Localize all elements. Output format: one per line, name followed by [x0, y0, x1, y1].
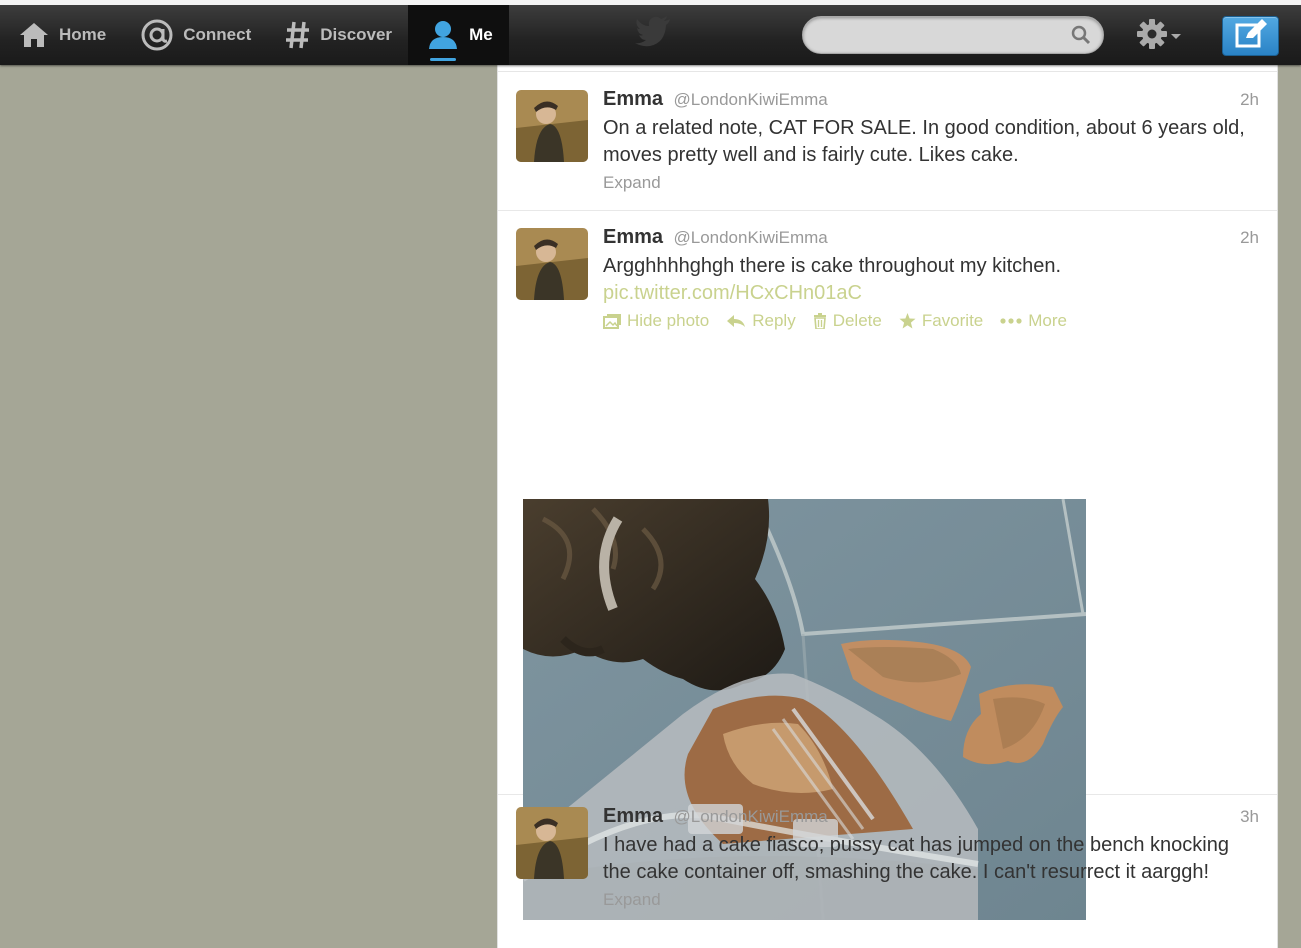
trash-icon	[813, 313, 826, 329]
reply-button[interactable]: Reply	[726, 311, 796, 331]
avatar[interactable]	[516, 807, 588, 879]
author-handle[interactable]: @LondonKiwiEmma	[673, 807, 827, 826]
hash-icon	[285, 20, 311, 50]
photo-link[interactable]: pic.twitter.com/HCxCHn01aC	[603, 280, 1259, 307]
expand-link[interactable]: Expand	[603, 890, 1259, 910]
user-icon	[426, 19, 460, 51]
more-button[interactable]: More	[1000, 311, 1067, 331]
nav-connect-label: Connect	[183, 25, 252, 44]
tweet-timestamp[interactable]: 3h	[1240, 807, 1259, 827]
settings-menu-button[interactable]	[1136, 18, 1184, 55]
tweet-timestamp[interactable]: 2h	[1240, 228, 1259, 248]
tweet[interactable]: Emma @LondonKiwiEmma 2h On a related not…	[498, 72, 1277, 211]
tweet-text: On a related note, CAT FOR SALE. In good…	[603, 117, 1245, 166]
compose-icon	[1234, 18, 1268, 54]
nav-connect[interactable]: Connect	[122, 5, 267, 65]
author-handle[interactable]: @LondonKiwiEmma	[673, 90, 827, 109]
home-icon	[18, 21, 50, 49]
nav-home-label: Home	[59, 25, 107, 44]
nav-me-label: Me	[469, 25, 493, 44]
delete-button[interactable]: Delete	[813, 311, 882, 331]
tweet-text: I have had a cake fiasco; pussy cat has …	[603, 834, 1229, 883]
author-handle[interactable]: @LondonKiwiEmma	[673, 228, 827, 247]
star-icon	[899, 313, 916, 329]
expand-link[interactable]: Expand	[603, 173, 1259, 193]
photo-icon	[603, 313, 621, 329]
author-name[interactable]: Emma	[603, 88, 663, 110]
more-dots-icon	[1000, 318, 1022, 324]
tweet[interactable]: Emma @LondonKiwiEmma 2h Argghhhhghgh the…	[498, 211, 1277, 920]
tweet-actions: Hide photo Reply Delete Favorite More	[603, 311, 1259, 331]
author-name[interactable]: Emma	[603, 226, 663, 248]
nav-discover-label: Discover	[320, 25, 393, 44]
reply-icon	[727, 315, 746, 327]
compose-tweet-button[interactable]	[1222, 16, 1279, 56]
tweet[interactable]: Emma @LondonKiwiEmma 3h I have had a cak…	[498, 795, 1277, 948]
tweet-text: Argghhhhghgh there is cake throughout my…	[603, 255, 1062, 277]
avatar[interactable]	[516, 90, 588, 162]
top-navigation-bar: Home Connect Discover Me	[0, 0, 1301, 65]
timeline: Emma @LondonKiwiEmma 2h On a related not…	[497, 65, 1278, 948]
twitter-bird-icon[interactable]	[634, 15, 672, 52]
main-nav: Home Connect Discover Me	[0, 5, 509, 65]
favorite-button[interactable]: Favorite	[899, 311, 983, 331]
search-input[interactable]	[817, 17, 1071, 53]
nav-me[interactable]: Me	[408, 5, 509, 65]
at-icon	[140, 18, 174, 52]
nav-home[interactable]: Home	[0, 5, 122, 65]
nav-discover[interactable]: Discover	[267, 5, 408, 65]
avatar[interactable]	[516, 228, 588, 300]
chevron-down-icon	[1168, 28, 1184, 46]
hide-photo-button[interactable]: Hide photo	[603, 311, 709, 331]
search-icon[interactable]	[1071, 25, 1091, 50]
author-name[interactable]: Emma	[603, 805, 663, 827]
gear-icon	[1136, 18, 1168, 55]
search-box[interactable]	[802, 16, 1104, 54]
tweet-timestamp[interactable]: 2h	[1240, 90, 1259, 110]
